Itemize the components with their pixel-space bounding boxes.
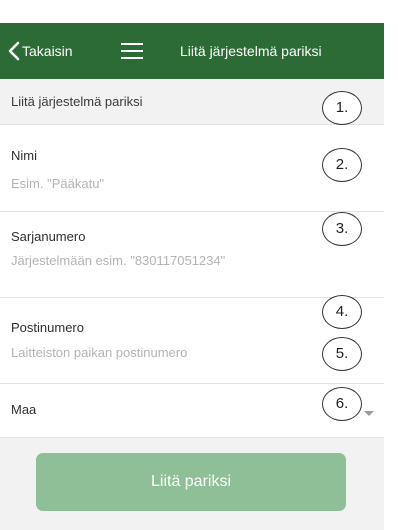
serial-field-label: Sarjanumero bbox=[11, 229, 86, 244]
callout-3: 3. bbox=[322, 212, 362, 246]
postal-input[interactable] bbox=[11, 342, 311, 362]
status-area bbox=[0, 0, 384, 23]
submit-area: Liitä pariksi bbox=[0, 438, 384, 530]
section-title: Liitä järjestelmä pariksi bbox=[11, 94, 143, 109]
chevron-left-icon bbox=[8, 41, 20, 61]
hamburger-menu-icon[interactable] bbox=[121, 42, 143, 60]
pairing-screen: Takaisin Liitä järjestelmä pariksi Liitä… bbox=[0, 0, 384, 530]
name-field-label: Nimi bbox=[11, 148, 37, 163]
postal-field-label: Postinumero bbox=[11, 320, 84, 335]
country-select-label: Maa bbox=[11, 402, 37, 417]
serial-input[interactable] bbox=[11, 250, 311, 270]
callout-4: 4. bbox=[322, 295, 362, 329]
back-button[interactable]: Takaisin bbox=[8, 23, 73, 79]
pair-button[interactable]: Liitä pariksi bbox=[36, 453, 346, 511]
caret-down-icon bbox=[364, 411, 374, 416]
page-title: Liitä järjestelmä pariksi bbox=[180, 43, 322, 59]
callout-5: 5. bbox=[322, 337, 362, 371]
callout-2: 2. bbox=[322, 148, 362, 182]
callout-1: 1. bbox=[322, 91, 362, 125]
callout-6: 6. bbox=[322, 387, 362, 421]
app-header: Takaisin Liitä järjestelmä pariksi bbox=[0, 23, 384, 79]
back-label: Takaisin bbox=[22, 43, 73, 59]
name-input[interactable] bbox=[11, 173, 311, 193]
